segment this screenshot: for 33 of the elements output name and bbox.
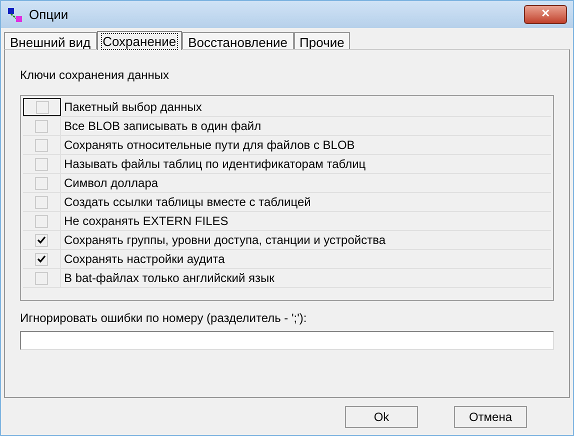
option-label: Называть файлы таблиц по идентификаторам таблиц — [63, 156, 366, 173]
option-label: Символ доллара — [63, 175, 158, 192]
checkbox[interactable] — [35, 252, 48, 266]
checkbox[interactable] — [35, 138, 48, 152]
option-label: Все BLOB записывать в один файл — [63, 118, 262, 135]
checkbox[interactable] — [35, 120, 48, 132]
field-label: Игнорировать ошибки по номеру (разделитель - ';'): — [20, 310, 308, 327]
check-icon — [37, 255, 46, 263]
option-label: Создать ссылки таблицы вместе с таблицей — [63, 194, 311, 211]
checkbox[interactable] — [35, 234, 48, 246]
tab[interactable]: Восстановление — [182, 32, 294, 49]
option-label: Сохранять настройки аудита — [63, 251, 225, 268]
checkbox[interactable] — [35, 158, 48, 170]
option-label: В bat-файлах только английский язык — [63, 270, 274, 287]
dialog-button[interactable]: Ok — [345, 406, 418, 428]
group-label: Ключи сохранения данных — [20, 67, 170, 84]
tab[interactable]: Внешний вид — [4, 32, 97, 49]
check-icon — [37, 236, 46, 244]
checkbox[interactable] — [35, 214, 48, 228]
checkbox[interactable] — [36, 100, 48, 114]
option-label: Пакетный выбор данных — [63, 99, 202, 116]
option-label: Сохранять относительные пути для файлов с BLOB — [63, 137, 355, 154]
dialog-button[interactable]: Отмена — [454, 406, 527, 428]
tab[interactable]: Сохранение — [96, 31, 182, 50]
input-field[interactable] — [20, 331, 554, 350]
checkbox[interactable] — [35, 176, 48, 190]
window-title: Опции — [29, 6, 68, 24]
option-label: Не сохранять EXTERN FILES — [63, 213, 228, 230]
option-label: Сохранять группы, уровни доступа, станции и устройства — [63, 232, 386, 249]
app-icon — [7, 6, 23, 22]
checkbox[interactable] — [35, 272, 48, 284]
checkbox[interactable] — [35, 196, 48, 208]
tab[interactable]: Прочие — [294, 32, 350, 49]
